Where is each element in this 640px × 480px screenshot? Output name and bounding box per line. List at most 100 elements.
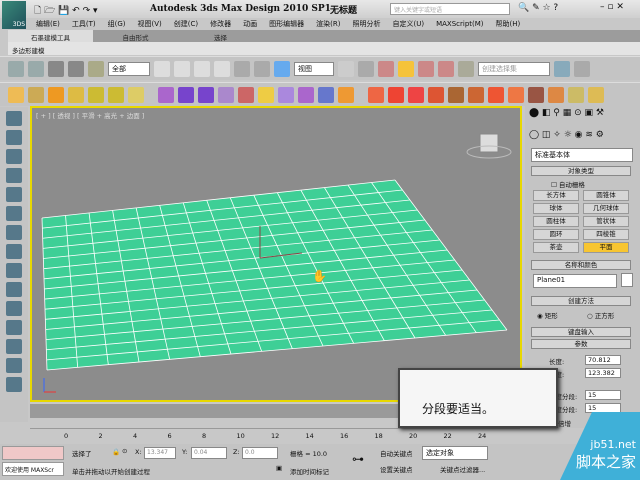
modifier-icon[interactable] [298, 86, 314, 103]
tool-icon[interactable] [48, 86, 64, 103]
scale-icon[interactable] [274, 60, 290, 77]
tab-selection[interactable]: 选择 [178, 30, 263, 42]
geosphere-button[interactable]: 几何球体 [583, 203, 629, 214]
deform-icon[interactable] [568, 86, 584, 103]
tool-icon[interactable] [6, 358, 22, 373]
deform-icon[interactable] [468, 86, 484, 103]
link-icon[interactable] [48, 60, 64, 77]
deform-icon[interactable] [508, 86, 524, 103]
deform-icon[interactable] [388, 86, 404, 103]
menu-graph-editors[interactable]: 图形编辑器 [269, 19, 304, 29]
selection-filter-dropdown[interactable]: 全部 [108, 61, 150, 76]
welcome-text[interactable]: 欢迎使用 MAXScr [2, 462, 64, 476]
tool-icon[interactable] [6, 130, 22, 145]
tool-icon[interactable] [6, 187, 22, 202]
width-segs-input[interactable]: 15 [585, 403, 621, 413]
x-coord-input[interactable]: 13.347 [144, 447, 176, 459]
menu-create[interactable]: 创建(C) [174, 19, 198, 29]
modifier-icon[interactable] [238, 86, 254, 103]
lock-icon[interactable]: 🔒 [112, 448, 120, 456]
undo-icon[interactable] [8, 60, 24, 77]
tool-icon[interactable] [6, 377, 22, 392]
key-icon[interactable]: ⊶ [352, 452, 364, 466]
modifier-icon[interactable] [338, 86, 354, 103]
tool-icon[interactable] [68, 86, 84, 103]
tool-icon[interactable] [6, 339, 22, 354]
ref-coord-dropdown[interactable]: 视图 [294, 61, 334, 76]
rollout-parameters[interactable]: 参数 [531, 339, 631, 349]
named-selection-dropdown[interactable]: 创建选择集 [478, 61, 550, 76]
create-category-icons[interactable]: ◯ ◫ ✧ ☼ ◉ ≋ ⚙ [529, 130, 604, 140]
rollout-object-type[interactable]: 对象类型 [531, 166, 631, 176]
tool-icon[interactable] [6, 168, 22, 183]
menu-customize[interactable]: 自定义(U) [392, 19, 424, 29]
quick-access-toolbar[interactable]: 🗋 🗁 💾 ↶ ↷ ▾ [34, 3, 98, 19]
tool-icon[interactable] [8, 86, 24, 103]
tube-button[interactable]: 管状体 [583, 216, 629, 227]
length-input[interactable]: 70.812 [585, 355, 621, 365]
rect-selection-icon[interactable] [194, 60, 210, 77]
percent-snap-icon[interactable] [418, 60, 434, 77]
sphere-button[interactable]: 球体 [533, 203, 579, 214]
deform-icon[interactable] [428, 86, 444, 103]
subtab-polygon-modeling[interactable]: 多边形建模 [8, 42, 640, 55]
key-filters-button[interactable]: 关键点过滤器... [440, 464, 485, 474]
pyramid-button[interactable]: 四棱锥 [583, 229, 629, 240]
category-dropdown[interactable]: 标准基本体 [531, 148, 633, 162]
tool-icon[interactable] [88, 86, 104, 103]
tool-icon[interactable] [6, 244, 22, 259]
rotate-icon[interactable] [254, 60, 270, 77]
search-input[interactable]: 键入关键字或短语 [390, 3, 510, 15]
unlink-icon[interactable] [68, 60, 84, 77]
tool-icon[interactable] [108, 86, 124, 103]
tool-icon[interactable] [128, 86, 144, 103]
manipulate-icon[interactable] [358, 60, 374, 77]
tool-icon[interactable] [6, 206, 22, 221]
menu-view[interactable]: 视图(V) [138, 19, 162, 29]
modifier-icon[interactable] [198, 86, 214, 103]
deform-icon[interactable] [588, 86, 604, 103]
menu-tools[interactable]: 工具(T) [72, 19, 96, 29]
add-time-tag[interactable]: 添加时间标记 [290, 466, 329, 476]
select-object-icon[interactable] [154, 60, 170, 77]
radio-rectangle[interactable]: ◉ 矩形 [537, 310, 558, 320]
modifier-icon[interactable] [178, 86, 194, 103]
transform-mode-icon[interactable]: ⊙ [122, 447, 127, 455]
modifier-icon[interactable] [278, 86, 294, 103]
modifier-icon[interactable] [158, 86, 174, 103]
deform-icon[interactable] [448, 86, 464, 103]
menu-animation[interactable]: 动画 [243, 19, 257, 29]
deform-icon[interactable] [368, 86, 384, 103]
maxscript-listener[interactable] [2, 446, 64, 460]
time-tag-icon[interactable]: ▣ [276, 464, 282, 472]
tool-icon[interactable] [6, 320, 22, 335]
window-crossing-icon[interactable] [214, 60, 230, 77]
redo-icon[interactable] [28, 60, 44, 77]
modifier-icon[interactable] [318, 86, 334, 103]
modifier-icon[interactable] [258, 86, 274, 103]
auto-key-button[interactable]: 自动关键点 [380, 448, 413, 458]
edit-named-sel-icon[interactable] [458, 60, 474, 77]
box-button[interactable]: 长方体 [533, 190, 579, 201]
menu-lighting[interactable]: 照明分析 [352, 19, 380, 29]
object-name-input[interactable]: Plane01 [533, 274, 617, 288]
deform-icon[interactable] [488, 86, 504, 103]
tool-icon[interactable] [6, 282, 22, 297]
align-icon[interactable] [574, 60, 590, 77]
tool-icon[interactable] [6, 111, 22, 126]
rollout-name-color[interactable]: 名称和颜色 [531, 260, 631, 270]
menu-modifiers[interactable]: 修改器 [210, 19, 231, 29]
command-panel-tabs[interactable]: ⬤ ◧ ⚲ ▦ ⊙ ▣ ⚒ [529, 108, 604, 118]
modifier-icon[interactable] [218, 86, 234, 103]
width-input[interactable]: 123.382 [585, 368, 621, 378]
tool-icon[interactable] [28, 86, 44, 103]
perspective-viewport[interactable]: [ + ] [ 透视 ] [ 平滑 + 高光 + 边面 ] ✋ [30, 106, 522, 402]
cone-button[interactable]: 圆锥体 [583, 190, 629, 201]
pivot-icon[interactable] [338, 60, 354, 77]
deform-icon[interactable] [548, 86, 564, 103]
set-key-button[interactable]: 设置关键点 [380, 464, 413, 474]
snap-3d-icon[interactable] [378, 60, 394, 77]
radio-square[interactable]: ○ 正方形 [587, 310, 614, 320]
tab-graphite[interactable]: 石墨建模工具 [8, 30, 93, 42]
tool-icon[interactable] [6, 301, 22, 316]
